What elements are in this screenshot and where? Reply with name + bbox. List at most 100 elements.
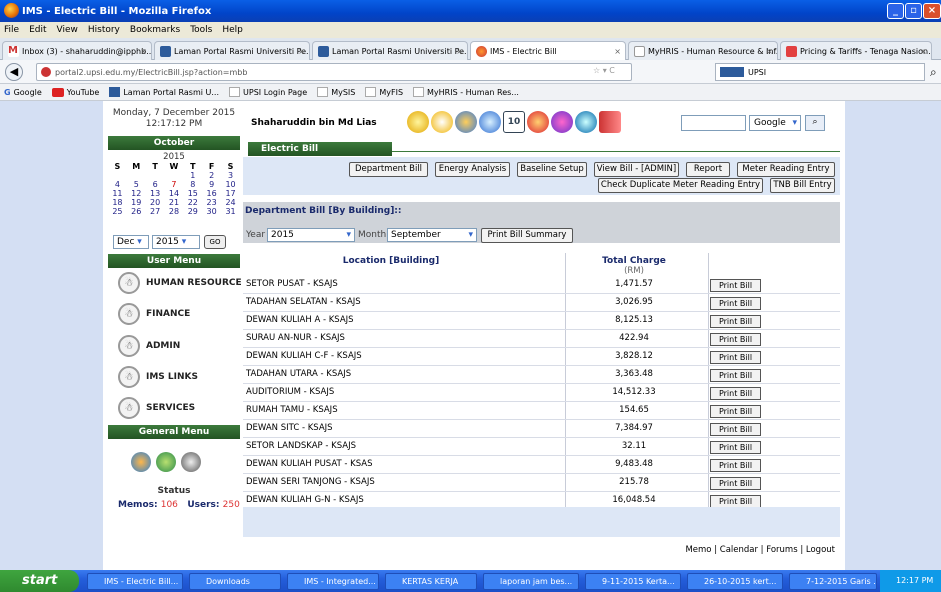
taskbar-item-laporan[interactable]: laporan jam bes... [483,573,579,590]
month-select[interactable]: September ▾ [387,228,477,242]
tab-portal-1[interactable]: Laman Portal Rasmi Universiti Pe... × [154,41,310,60]
print-bill-button[interactable]: Print Bill [710,297,761,310]
check-duplicate-button[interactable]: Check Duplicate Meter Reading Entry [598,178,763,193]
calendar-month-select[interactable]: Dec ▾ [113,235,149,249]
bookmark-myfis[interactable]: MyFIS [365,87,403,97]
tab-electric-bill[interactable]: IMS - Electric Bill × [470,41,626,60]
menu-view[interactable]: View [57,25,78,35]
minimize-button[interactable]: _ [887,3,904,19]
bookmark-portal[interactable]: Laman Portal Rasmi U... [109,87,219,97]
bookmark-google[interactable]: G Google [4,88,42,97]
calendar-week: 11 12 13 14 15 16 17 [112,189,236,198]
chat-icon[interactable] [131,452,151,472]
users-count[interactable]: 250 [223,500,240,510]
bookmark-mysis[interactable]: MySIS [317,87,355,97]
taskbar-item-doc-2[interactable]: 26-10-2015 kert... [687,573,783,590]
logout-door-icon[interactable] [599,111,621,133]
department-bill-button[interactable]: Department Bill [349,162,428,177]
energy-analysis-button[interactable]: Energy Analysis [435,162,510,177]
close-icon[interactable]: × [140,47,147,56]
taskbar-item-ims-integrated[interactable]: IMS - Integrated... [287,573,379,590]
bookmark-myhris[interactable]: MyHRIS - Human Res... [413,87,519,97]
forum-icon[interactable] [156,452,176,472]
meter-reading-entry-button[interactable]: Meter Reading Entry [737,162,835,177]
print-bill-button[interactable]: Print Bill [710,351,761,364]
menu-finance[interactable]: ☃ FINANCE [118,303,190,325]
menu-services[interactable]: ☃ SERVICES [118,397,195,419]
close-icon[interactable]: × [456,47,463,56]
back-button[interactable]: ◀ [5,63,23,81]
menu-tools[interactable]: Tools [190,25,212,35]
camera-icon[interactable] [181,452,201,472]
tab-inbox[interactable]: M Inbox (3) - shaharuddin@ipphb.... × [2,41,152,60]
print-bill-summary-button[interactable]: Print Bill Summary [481,228,573,243]
tab-tnb[interactable]: Pricing & Tariffs - Tenaga Nasion... × [780,41,932,60]
report-button[interactable]: Report [686,162,730,177]
profile-icon[interactable] [431,111,453,133]
menu-human-resource[interactable]: ☃ HUMAN RESOURCE [118,272,242,294]
print-bill-button[interactable]: Print Bill [710,441,761,454]
menu-admin[interactable]: ☃ ADMIN [118,335,180,357]
menu-ims-links[interactable]: ☃ IMS LINKS [118,366,198,388]
calendar-icon[interactable]: 10 [503,111,525,133]
location-cell: SETOR LANDSKAP - KSAJS [246,441,356,451]
tab-portal-2[interactable]: Laman Portal Rasmi Universiti Pe... × [312,41,468,60]
print-bill-button[interactable]: Print Bill [710,405,761,418]
year-select[interactable]: 2015 ▾ [267,228,355,242]
bookmark-star-icon[interactable]: ☆ ▾ C [593,66,615,75]
calendar-month-header: October [108,136,240,150]
memos-count[interactable]: 106 [161,500,178,510]
close-icon[interactable]: × [766,47,773,56]
tools-icon[interactable] [455,111,477,133]
view-bill-admin-button[interactable]: View Bill - [ADMIN] [594,162,679,177]
bookmark-upsi-login[interactable]: UPSI Login Page [229,87,307,97]
menu-edit[interactable]: Edit [29,25,46,35]
share-icon[interactable] [551,111,573,133]
search-bar[interactable]: UPSI [715,63,925,81]
taskbar-item-downloads[interactable]: Downloads [189,573,281,590]
print-bill-button[interactable]: Print Bill [710,459,761,472]
start-button[interactable]: start [0,570,79,592]
baseline-setup-button[interactable]: Baseline Setup [517,162,587,177]
close-icon[interactable]: × [920,47,927,56]
taskbar-item-ims-electric[interactable]: IMS - Electric Bill... [87,573,183,590]
search-button[interactable]: ⌕ [805,115,825,131]
tnb-bill-entry-button[interactable]: TNB Bill Entry [770,178,835,193]
home-icon[interactable] [407,111,429,133]
print-bill-button[interactable]: Print Bill [710,315,761,328]
print-bill-button[interactable]: Print Bill [710,369,761,382]
close-button[interactable]: × [923,3,941,19]
menu-file[interactable]: File [4,25,19,35]
calendar-year-select[interactable]: 2015 ▾ [152,235,200,249]
window-title-bar[interactable]: IMS - Electric Bill - Mozilla Firefox _ … [0,0,941,22]
bookmark-youtube[interactable]: YouTube [51,87,99,97]
clock[interactable]: 12:17 PM [896,576,933,585]
taskbar-item-kertas-kerja[interactable]: KERTAS KERJA [385,573,477,590]
menu-help[interactable]: Help [222,25,243,35]
taskbar-item-doc-1[interactable]: 9-11-2015 Kerta... [585,573,681,590]
google-search-input[interactable] [681,115,746,131]
print-bill-button[interactable]: Print Bill [710,279,761,292]
print-bill-button[interactable]: Print Bill [710,477,761,490]
menu-history[interactable]: History [88,25,120,35]
footer-links[interactable]: Memo | Calendar | Forums | Logout [243,545,840,559]
calendar-go-button[interactable]: GO [204,235,226,249]
close-icon[interactable]: × [614,47,621,56]
print-bill-button[interactable]: Print Bill [710,387,761,400]
search-icon[interactable]: ⌕ [930,65,937,80]
network-icon[interactable] [479,111,501,133]
search-engine-icon[interactable] [720,67,744,77]
charge-cell: 32.11 [621,441,647,451]
tab-myhris[interactable]: MyHRIS - Human Resource & Inf... × [628,41,778,60]
maximize-button[interactable]: ▫ [905,3,922,19]
chat-icon[interactable] [527,111,549,133]
print-bill-button[interactable]: Print Bill [710,423,761,436]
search-engine-select[interactable]: Google ▾ [749,115,801,131]
menu-bookmarks[interactable]: Bookmarks [130,25,180,35]
url-bar[interactable]: portal2.upsi.edu.my/ElectricBill.jsp?act… [36,63,632,81]
print-bill-button[interactable]: Print Bill [710,333,761,346]
globe-icon[interactable] [575,111,597,133]
close-icon[interactable]: × [298,47,305,56]
taskbar-item-doc-3[interactable]: 7-12-2015 Garis ... [789,573,877,590]
google-icon: G [4,87,11,97]
